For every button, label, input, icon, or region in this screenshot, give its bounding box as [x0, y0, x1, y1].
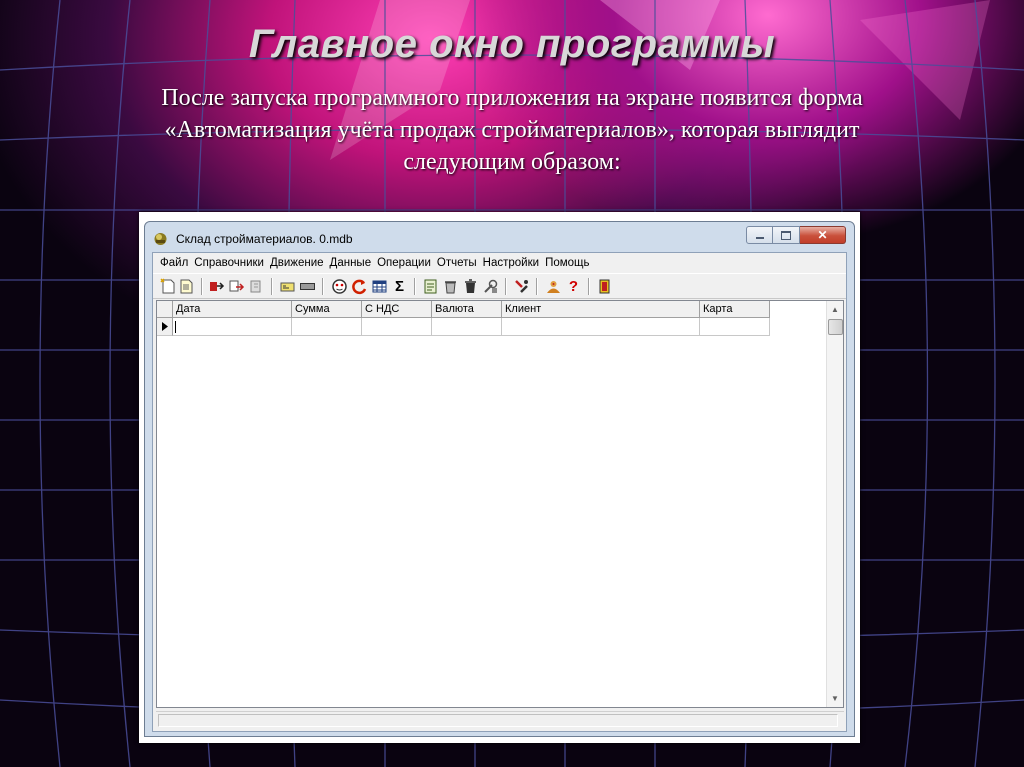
menu-file[interactable]: Файл: [157, 254, 191, 272]
column-header-vat[interactable]: С НДС: [362, 301, 432, 318]
toolbar-separator: [588, 278, 590, 295]
grid-cell-card[interactable]: [700, 318, 770, 336]
close-icon: ✕: [817, 228, 828, 242]
warehouse-app-icon: [154, 233, 167, 245]
bin-icon[interactable]: [442, 278, 459, 295]
slide-text-line: После запуска программного приложения на…: [161, 85, 863, 111]
title-bar[interactable]: Склад стройматериалов. 0.mdb ✕: [145, 222, 854, 252]
scroll-down-icon[interactable]: ▼: [827, 690, 843, 707]
sigma-icon[interactable]: Σ: [391, 278, 408, 295]
toolbar-separator: [505, 278, 507, 295]
grid-cell-vat[interactable]: [362, 318, 432, 336]
slide-description: После запуска программного приложения на…: [100, 82, 924, 178]
toolbar-separator: [414, 278, 416, 295]
window-title: Склад стройматериалов. 0.mdb: [176, 232, 353, 246]
tools-icon[interactable]: [482, 278, 499, 295]
maximize-icon: [781, 230, 791, 240]
toolbar-separator: [322, 278, 324, 295]
window-client-area: Файл Справочники Движение Данные Операци…: [152, 252, 847, 732]
app-window: Склад стройматериалов. 0.mdb ✕ Файл Спра…: [144, 221, 855, 737]
minimize-button[interactable]: [746, 226, 773, 244]
menu-help[interactable]: Помощь: [542, 254, 592, 272]
text-cursor: [175, 321, 176, 333]
status-panel: [158, 714, 838, 727]
grid-cell-currency[interactable]: [432, 318, 502, 336]
data-grid[interactable]: Дата Сумма С НДС Валюта Клиент Карта ▲ ▼: [156, 300, 844, 708]
help-icon[interactable]: ?: [565, 278, 582, 295]
menu-references[interactable]: Справочники: [191, 254, 267, 272]
exit-door-icon[interactable]: [596, 278, 613, 295]
row-indicator[interactable]: [157, 318, 173, 336]
grid-cell-date[interactable]: [173, 318, 292, 336]
scroll-up-icon[interactable]: ▲: [827, 301, 843, 318]
slide-text-line: следующим образом:: [403, 149, 621, 175]
table-icon[interactable]: [371, 278, 388, 295]
toolbar-separator: [536, 278, 538, 295]
menu-movement[interactable]: Движение: [267, 254, 327, 272]
menu-data[interactable]: Данные: [327, 254, 375, 272]
face-icon[interactable]: [331, 278, 348, 295]
current-row-arrow-icon: [162, 322, 168, 331]
column-header-currency[interactable]: Валюта: [432, 301, 502, 318]
open-document-icon[interactable]: [178, 278, 195, 295]
vertical-scrollbar[interactable]: ▲ ▼: [826, 301, 843, 707]
calculator-icon[interactable]: [299, 278, 316, 295]
minimize-icon: [755, 237, 764, 239]
menu-settings[interactable]: Настройки: [480, 254, 542, 272]
users-icon[interactable]: [545, 278, 562, 295]
slide-title: Главное окно программы: [248, 22, 776, 66]
edit-record-icon[interactable]: [228, 278, 245, 295]
toolbar: Σ ?: [153, 273, 846, 299]
close-button[interactable]: ✕: [800, 226, 846, 244]
trash-icon[interactable]: [462, 278, 479, 295]
scroll-thumb[interactable]: [828, 319, 843, 335]
column-header-date[interactable]: Дата: [173, 301, 292, 318]
toolbar-separator: [271, 278, 273, 295]
slide-text-line: «Автоматизация учёта продаж стройматериа…: [164, 117, 860, 143]
menu-operations[interactable]: Операции: [374, 254, 434, 272]
settings-icon[interactable]: [513, 278, 530, 295]
grid-corner-header: [157, 301, 173, 318]
maximize-button[interactable]: [773, 226, 800, 244]
card-reader-icon[interactable]: [279, 278, 296, 295]
new-document-icon[interactable]: [160, 278, 177, 295]
add-record-icon[interactable]: [208, 278, 225, 295]
refresh-red-icon[interactable]: [351, 278, 368, 295]
report-icon[interactable]: [422, 278, 439, 295]
delete-record-icon[interactable]: [248, 278, 265, 295]
grid-cell-client[interactable]: [502, 318, 700, 336]
toolbar-separator: [201, 278, 203, 295]
column-header-sum[interactable]: Сумма: [292, 301, 362, 318]
menu-reports[interactable]: Отчеты: [434, 254, 480, 272]
column-header-card[interactable]: Карта: [700, 301, 770, 318]
status-bar: [156, 711, 844, 729]
grid-cell-sum[interactable]: [292, 318, 362, 336]
menu-bar: Файл Справочники Движение Данные Операци…: [153, 253, 846, 273]
column-header-client[interactable]: Клиент: [502, 301, 700, 318]
